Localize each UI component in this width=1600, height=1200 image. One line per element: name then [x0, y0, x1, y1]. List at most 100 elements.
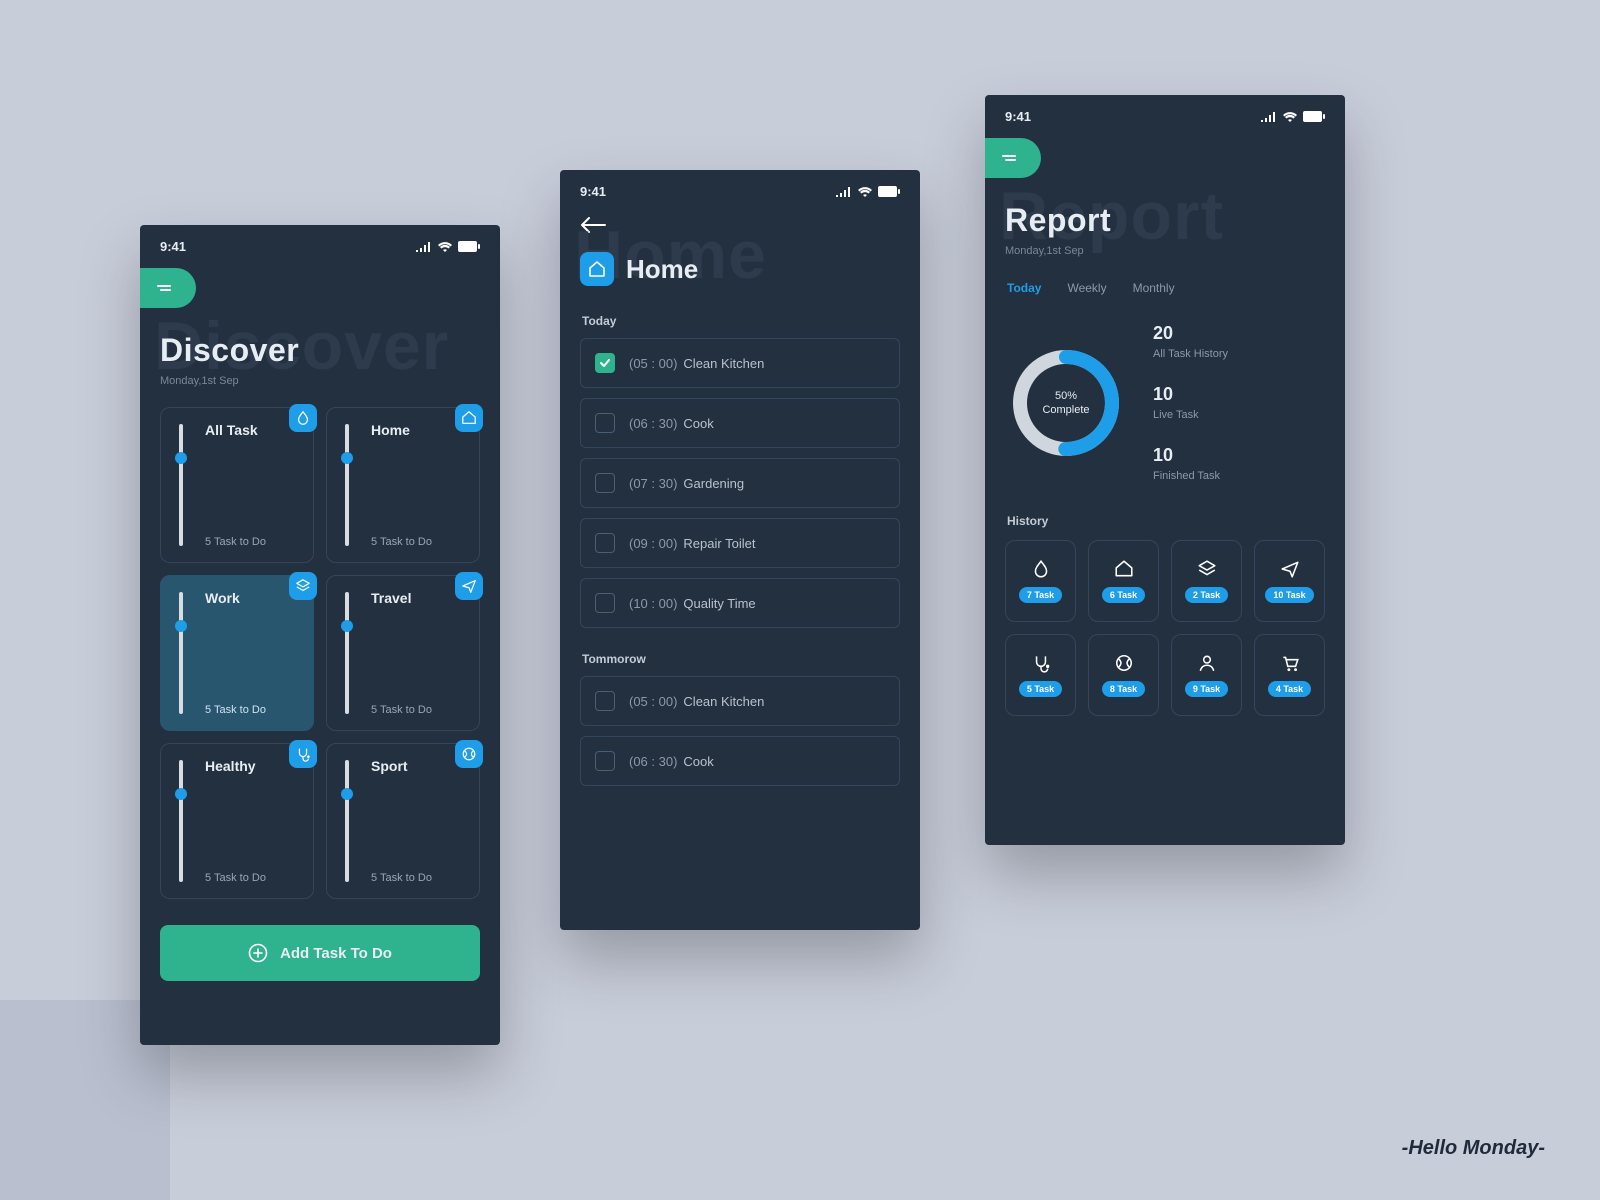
status-bar: 9:41 — [140, 225, 500, 262]
task-item[interactable]: (09 : 00) Repair Toilet — [580, 518, 900, 568]
category-count: 5 Task to Do — [205, 872, 266, 884]
category-badge — [289, 404, 317, 432]
screen-report: 9:41 Report Report Monday,1st Sep TodayW… — [985, 95, 1345, 845]
battery-icon — [878, 186, 900, 197]
category-card[interactable]: Healthy 5 Task to Do — [160, 743, 314, 899]
task-title: Repair Toilet — [683, 536, 755, 551]
ball-icon — [461, 746, 477, 762]
home-category-icon — [580, 252, 614, 286]
screen-discover: 9:41 Discover Discover Monday,1st Sep Al… — [140, 225, 500, 1045]
history-card[interactable]: 4 Task — [1254, 634, 1325, 716]
ball-icon — [1114, 653, 1134, 673]
stat-item: 10Finished Task — [1153, 445, 1228, 482]
task-title: Clean Kitchen — [683, 694, 764, 709]
task-checkbox[interactable] — [595, 353, 615, 373]
category-name: Home — [371, 422, 467, 438]
task-time: (10 : 00) — [629, 596, 677, 611]
task-title: Clean Kitchen — [683, 356, 764, 371]
history-card[interactable]: 9 Task — [1171, 634, 1242, 716]
add-task-button[interactable]: Add Task To Do — [160, 925, 480, 981]
category-card[interactable]: Home 5 Task to Do — [326, 407, 480, 563]
task-time: (06 : 30) — [629, 416, 677, 431]
task-item[interactable]: (06 : 30) Cook — [580, 398, 900, 448]
progress-slider[interactable] — [345, 424, 349, 546]
history-grid: 7 Task 6 Task 2 Task 10 Task 5 Task 8 Task 9 T… — [985, 540, 1345, 716]
task-title: Quality Time — [683, 596, 755, 611]
tomorrow-task-list: (05 : 00) Clean Kitchen (06 : 30) Cook — [560, 676, 920, 786]
category-card[interactable]: Sport 5 Task to Do — [326, 743, 480, 899]
category-badge — [455, 404, 483, 432]
task-text: (07 : 30) Gardening — [629, 476, 744, 491]
home-icon — [588, 260, 606, 278]
task-item[interactable]: (07 : 30) Gardening — [580, 458, 900, 508]
menu-button[interactable] — [140, 268, 196, 308]
history-card[interactable]: 7 Task — [1005, 540, 1076, 622]
category-name: All Task — [205, 422, 301, 438]
person-icon — [1197, 653, 1217, 673]
status-icons — [416, 241, 480, 252]
report-date: Monday,1st Sep — [1005, 245, 1325, 257]
task-time: (05 : 00) — [629, 694, 677, 709]
progress-slider[interactable] — [179, 592, 183, 714]
report-summary: 50% Complete 20All Task History10Live Ta… — [985, 313, 1345, 492]
task-title: Cook — [683, 754, 713, 769]
progress-slider[interactable] — [179, 760, 183, 882]
category-card[interactable]: Work 5 Task to Do — [160, 575, 314, 731]
discover-title: Discover — [160, 332, 480, 369]
task-item[interactable]: (10 : 00) Quality Time — [580, 578, 900, 628]
category-card[interactable]: Travel 5 Task to Do — [326, 575, 480, 731]
today-task-list: (05 : 00) Clean Kitchen (06 : 30) Cook (… — [560, 338, 920, 628]
layers-icon — [295, 578, 311, 594]
task-text: (06 : 30) Cook — [629, 754, 714, 769]
cart-icon — [1280, 653, 1300, 673]
history-pill: 8 Task — [1102, 681, 1145, 697]
category-card[interactable]: All Task 5 Task to Do — [160, 407, 314, 563]
task-checkbox[interactable] — [595, 533, 615, 553]
menu-button[interactable] — [985, 138, 1041, 178]
report-title: Report — [1005, 202, 1325, 239]
task-item[interactable]: (06 : 30) Cook — [580, 736, 900, 786]
add-task-label: Add Task To Do — [280, 945, 392, 962]
task-text: (05 : 00) Clean Kitchen — [629, 356, 764, 371]
history-pill: 2 Task — [1185, 587, 1228, 603]
history-card[interactable]: 5 Task — [1005, 634, 1076, 716]
steth-icon — [295, 746, 311, 762]
history-card[interactable]: 8 Task — [1088, 634, 1159, 716]
tab-monthly[interactable]: Monthly — [1133, 281, 1175, 295]
task-text: (09 : 00) Repair Toilet — [629, 536, 755, 551]
status-bar: 9:41 — [560, 170, 920, 207]
drop-icon — [1031, 559, 1051, 579]
task-checkbox[interactable] — [595, 413, 615, 433]
progress-slider[interactable] — [345, 592, 349, 714]
menu-icon — [1000, 153, 1018, 163]
history-card[interactable]: 2 Task — [1171, 540, 1242, 622]
tab-weekly[interactable]: Weekly — [1067, 281, 1106, 295]
task-checkbox[interactable] — [595, 691, 615, 711]
task-item[interactable]: (05 : 00) Clean Kitchen — [580, 676, 900, 726]
status-icons — [836, 186, 900, 197]
stat-label: Finished Task — [1153, 470, 1228, 482]
tab-today[interactable]: Today — [1007, 281, 1041, 295]
progress-donut: 50% Complete — [1007, 344, 1125, 462]
wifi-icon — [1283, 112, 1297, 122]
task-checkbox[interactable] — [595, 593, 615, 613]
category-count: 5 Task to Do — [371, 872, 432, 884]
task-checkbox[interactable] — [595, 751, 615, 771]
history-pill: 6 Task — [1102, 587, 1145, 603]
stat-item: 10Live Task — [1153, 384, 1228, 421]
task-time: (09 : 00) — [629, 536, 677, 551]
history-card[interactable]: 10 Task — [1254, 540, 1325, 622]
plus-circle-icon — [248, 943, 268, 963]
task-time: (06 : 30) — [629, 754, 677, 769]
battery-icon — [1303, 111, 1325, 122]
task-item[interactable]: (05 : 00) Clean Kitchen — [580, 338, 900, 388]
history-card[interactable]: 6 Task — [1088, 540, 1159, 622]
progress-slider[interactable] — [345, 760, 349, 882]
stat-label: Live Task — [1153, 409, 1228, 421]
donut-word: Complete — [1042, 404, 1089, 416]
today-label: Today — [560, 304, 920, 338]
task-checkbox[interactable] — [595, 473, 615, 493]
status-bar: 9:41 — [985, 95, 1345, 132]
wifi-icon — [438, 242, 452, 252]
progress-slider[interactable] — [179, 424, 183, 546]
